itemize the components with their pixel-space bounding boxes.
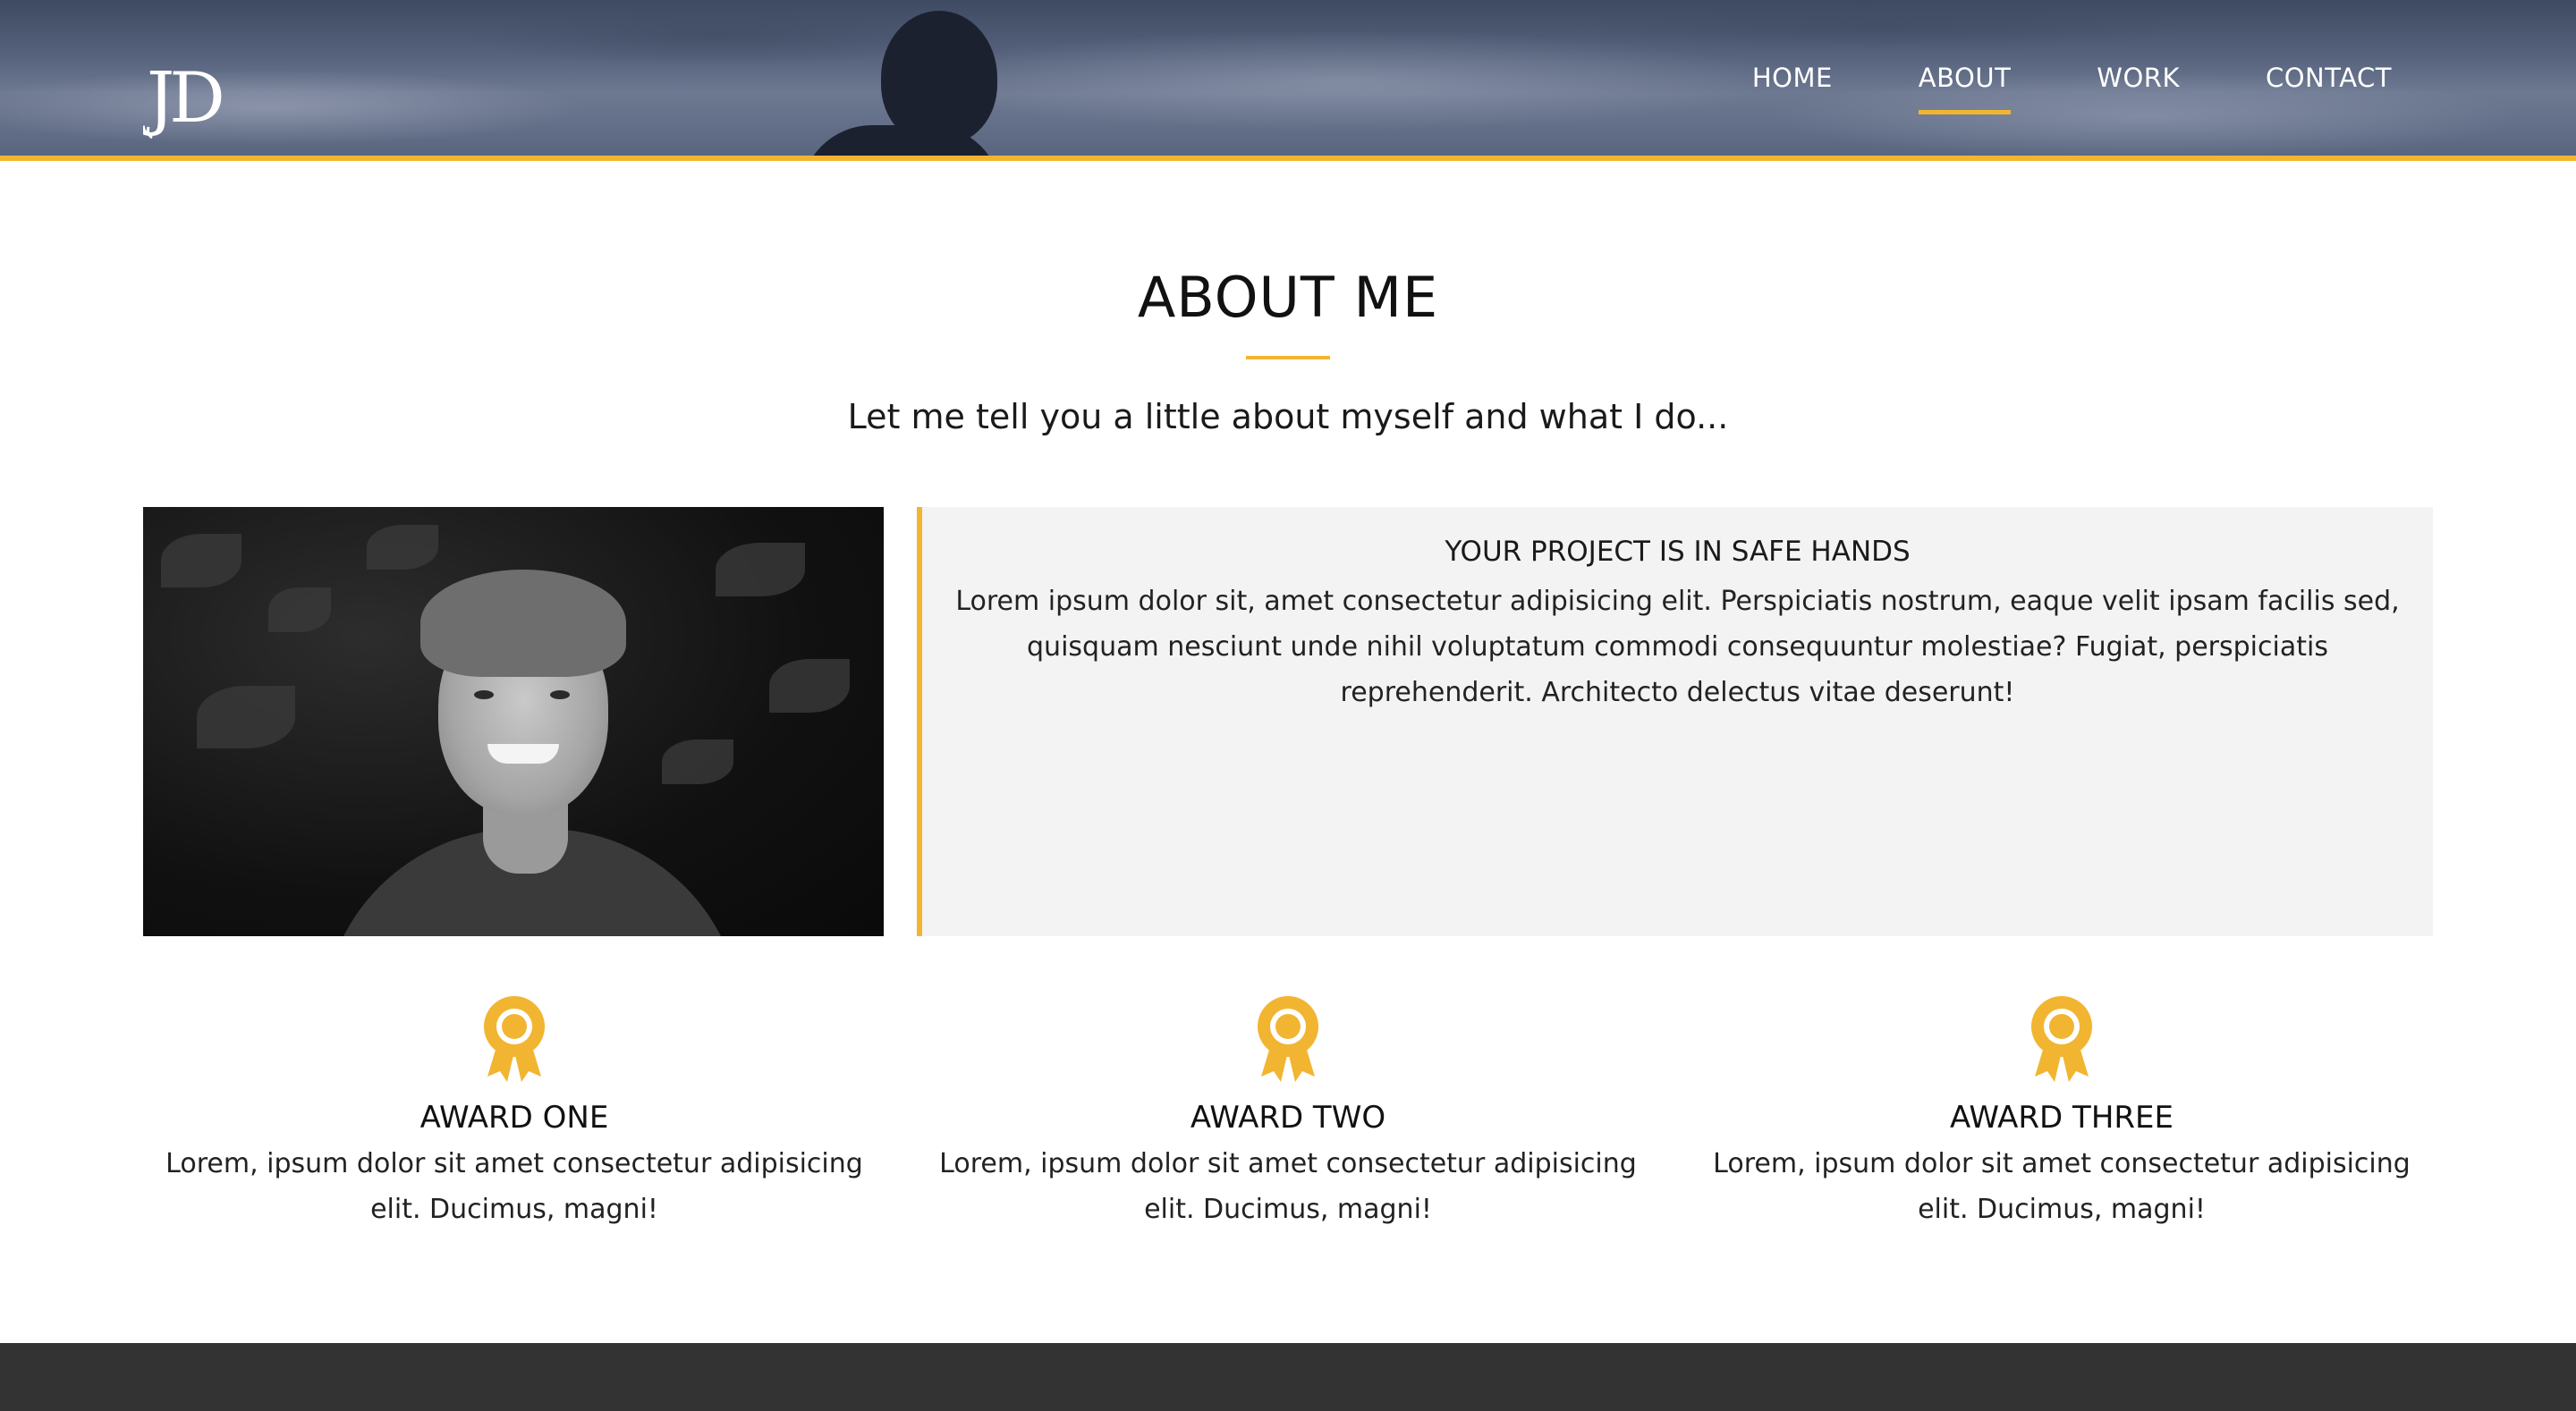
award-card: AWARD ONE Lorem, ipsum dolor sit amet co… bbox=[143, 994, 886, 1232]
nav-home[interactable]: HOME bbox=[1752, 63, 1833, 93]
section-tagline: Let me tell you a little about myself an… bbox=[847, 397, 1729, 436]
award-text: Lorem, ipsum dolor sit amet consectetur … bbox=[165, 1148, 863, 1225]
photo-person-eye bbox=[550, 690, 570, 699]
award-ribbon-icon bbox=[484, 996, 545, 1082]
nav-about[interactable]: ABOUT bbox=[1918, 63, 2012, 114]
title-underline bbox=[1246, 356, 1330, 359]
logo[interactable]: JD bbox=[143, 52, 268, 141]
photo-person-smile bbox=[487, 744, 559, 764]
photo-leaf bbox=[367, 525, 438, 570]
photo-leaf bbox=[161, 534, 242, 587]
award-card: AWARD THREE Lorem, ipsum dolor sit amet … bbox=[1690, 994, 2433, 1232]
profile-photo bbox=[143, 507, 884, 936]
photo-leaf bbox=[662, 739, 733, 784]
main-nav: HOME ABOUT WORK CONTACT bbox=[1666, 63, 2392, 114]
award-card: AWARD TWO Lorem, ipsum dolor sit amet co… bbox=[917, 994, 1659, 1232]
award-ribbon-icon bbox=[1258, 996, 1318, 1082]
info-title: YOUR PROJECT IS IN SAFE HANDS bbox=[1445, 536, 1911, 568]
photo-leaf bbox=[716, 543, 805, 596]
nav-contact[interactable]: CONTACT bbox=[2266, 63, 2392, 93]
nav-work[interactable]: WORK bbox=[2097, 63, 2180, 93]
logo-mark-text: JD bbox=[143, 58, 222, 139]
photo-leaf bbox=[268, 587, 331, 632]
photo-person-hair bbox=[420, 570, 626, 677]
award-text: Lorem, ipsum dolor sit amet consectetur … bbox=[939, 1148, 1637, 1225]
site-footer bbox=[0, 1343, 2576, 1411]
award-title: AWARD TWO bbox=[1190, 1100, 1386, 1136]
award-title: AWARD THREE bbox=[1950, 1100, 2174, 1136]
photo-leaf bbox=[769, 659, 850, 713]
photo-person-eye bbox=[474, 690, 494, 699]
site-header: JD HOME ABOUT WORK CONTACT bbox=[0, 0, 2576, 161]
page: JD HOME ABOUT WORK CONTACT ABOUT ME Let … bbox=[0, 0, 2576, 1411]
photo-leaf bbox=[197, 686, 295, 748]
section-title: ABOUT ME bbox=[1137, 265, 1439, 330]
award-title: AWARD ONE bbox=[419, 1100, 609, 1136]
award-ribbon-icon bbox=[2031, 996, 2092, 1082]
award-text: Lorem, ipsum dolor sit amet consectetur … bbox=[1713, 1148, 2411, 1225]
info-text: Lorem ipsum dolor sit, amet consectetur … bbox=[955, 586, 2400, 708]
info-box: YOUR PROJECT IS IN SAFE HANDS Lorem ipsu… bbox=[917, 507, 2433, 936]
